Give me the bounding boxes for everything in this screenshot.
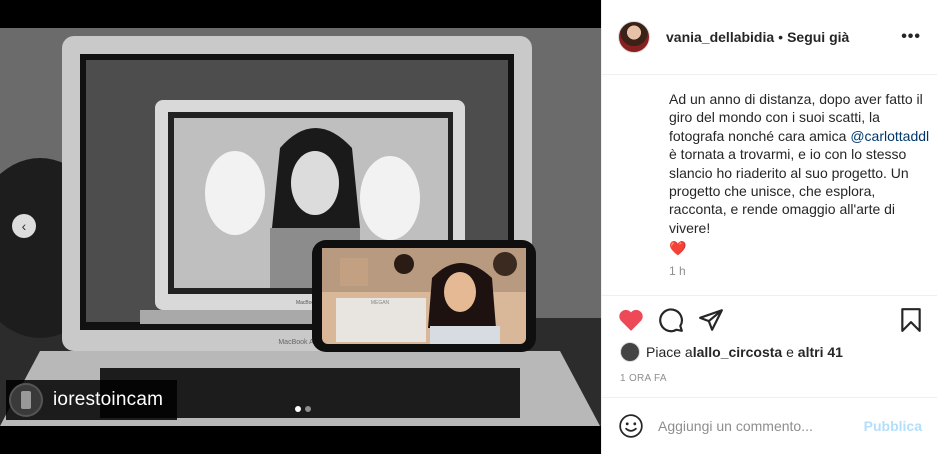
post-header: vania_dellabidia • Segui già ••• [602, 0, 937, 75]
heart-emoji: ❤️ [669, 240, 687, 257]
photo-watermark: iorestoincam [6, 380, 178, 420]
like-button[interactable] [618, 307, 644, 333]
machine-brand: MEGAN [371, 300, 390, 306]
caption-text-2: è tornata a trovarmi, e io con lo stesso… [669, 146, 909, 236]
username-link[interactable]: vania_dellabidia [666, 29, 774, 45]
prev-slide-button[interactable]: ‹ [12, 214, 36, 238]
caption-mention-link[interactable]: @carlottaddl [850, 128, 929, 144]
post-actions [618, 307, 724, 333]
likes-middle: e [782, 344, 798, 360]
following-button[interactable]: Segui già [787, 29, 849, 45]
liker-avatar[interactable] [620, 342, 640, 362]
media-top-strip [0, 0, 601, 28]
actions-divider [602, 295, 937, 296]
post-side-panel: vania_dellabidia • Segui già ••• Ad un a… [601, 0, 937, 454]
likes-summary: Piace a lallo_circosta e altri 41 [620, 342, 843, 362]
chevron-left-icon: ‹ [21, 218, 27, 234]
caption-time: 1 h [669, 264, 686, 278]
save-button[interactable] [898, 307, 924, 333]
paper-plane-icon [699, 309, 723, 331]
heart-icon [619, 309, 643, 331]
carousel-dot [295, 406, 301, 412]
avatar[interactable] [618, 21, 650, 53]
watermark-text: iorestoincam [53, 389, 164, 410]
smiley-icon [619, 414, 643, 438]
watermark-avatar [9, 383, 43, 417]
post-caption: Ad un anno di distanza, dopo aver fatto … [669, 90, 931, 258]
likes-prefix: Piace a [646, 344, 693, 360]
carousel-dots [295, 406, 311, 412]
liker-username-link[interactable]: lallo_circosta [693, 344, 783, 360]
comment-button[interactable] [658, 307, 684, 333]
post-media: MacBook Air MacBook Air MEGAN ‹ iorestoi… [0, 0, 601, 454]
comment-input[interactable] [658, 418, 848, 434]
photo-illustration: MacBook Air MacBook Air MEGAN [0, 28, 601, 426]
header-separator: • [778, 29, 784, 45]
media-bottom-strip [0, 426, 601, 454]
share-button[interactable] [698, 307, 724, 333]
post-photo[interactable]: MacBook Air MacBook Air MEGAN [0, 28, 601, 426]
likes-others-link[interactable]: altri 41 [798, 344, 843, 360]
emoji-picker-button[interactable] [618, 413, 644, 439]
bookmark-icon [901, 308, 921, 332]
publish-button[interactable]: Pubblica [864, 418, 922, 434]
more-options-icon[interactable]: ••• [901, 28, 921, 46]
carousel-dot [305, 406, 311, 412]
comment-icon [659, 308, 683, 333]
comment-bar: Pubblica [602, 397, 937, 454]
post-timestamp[interactable]: 1 ORA FA [620, 373, 667, 384]
